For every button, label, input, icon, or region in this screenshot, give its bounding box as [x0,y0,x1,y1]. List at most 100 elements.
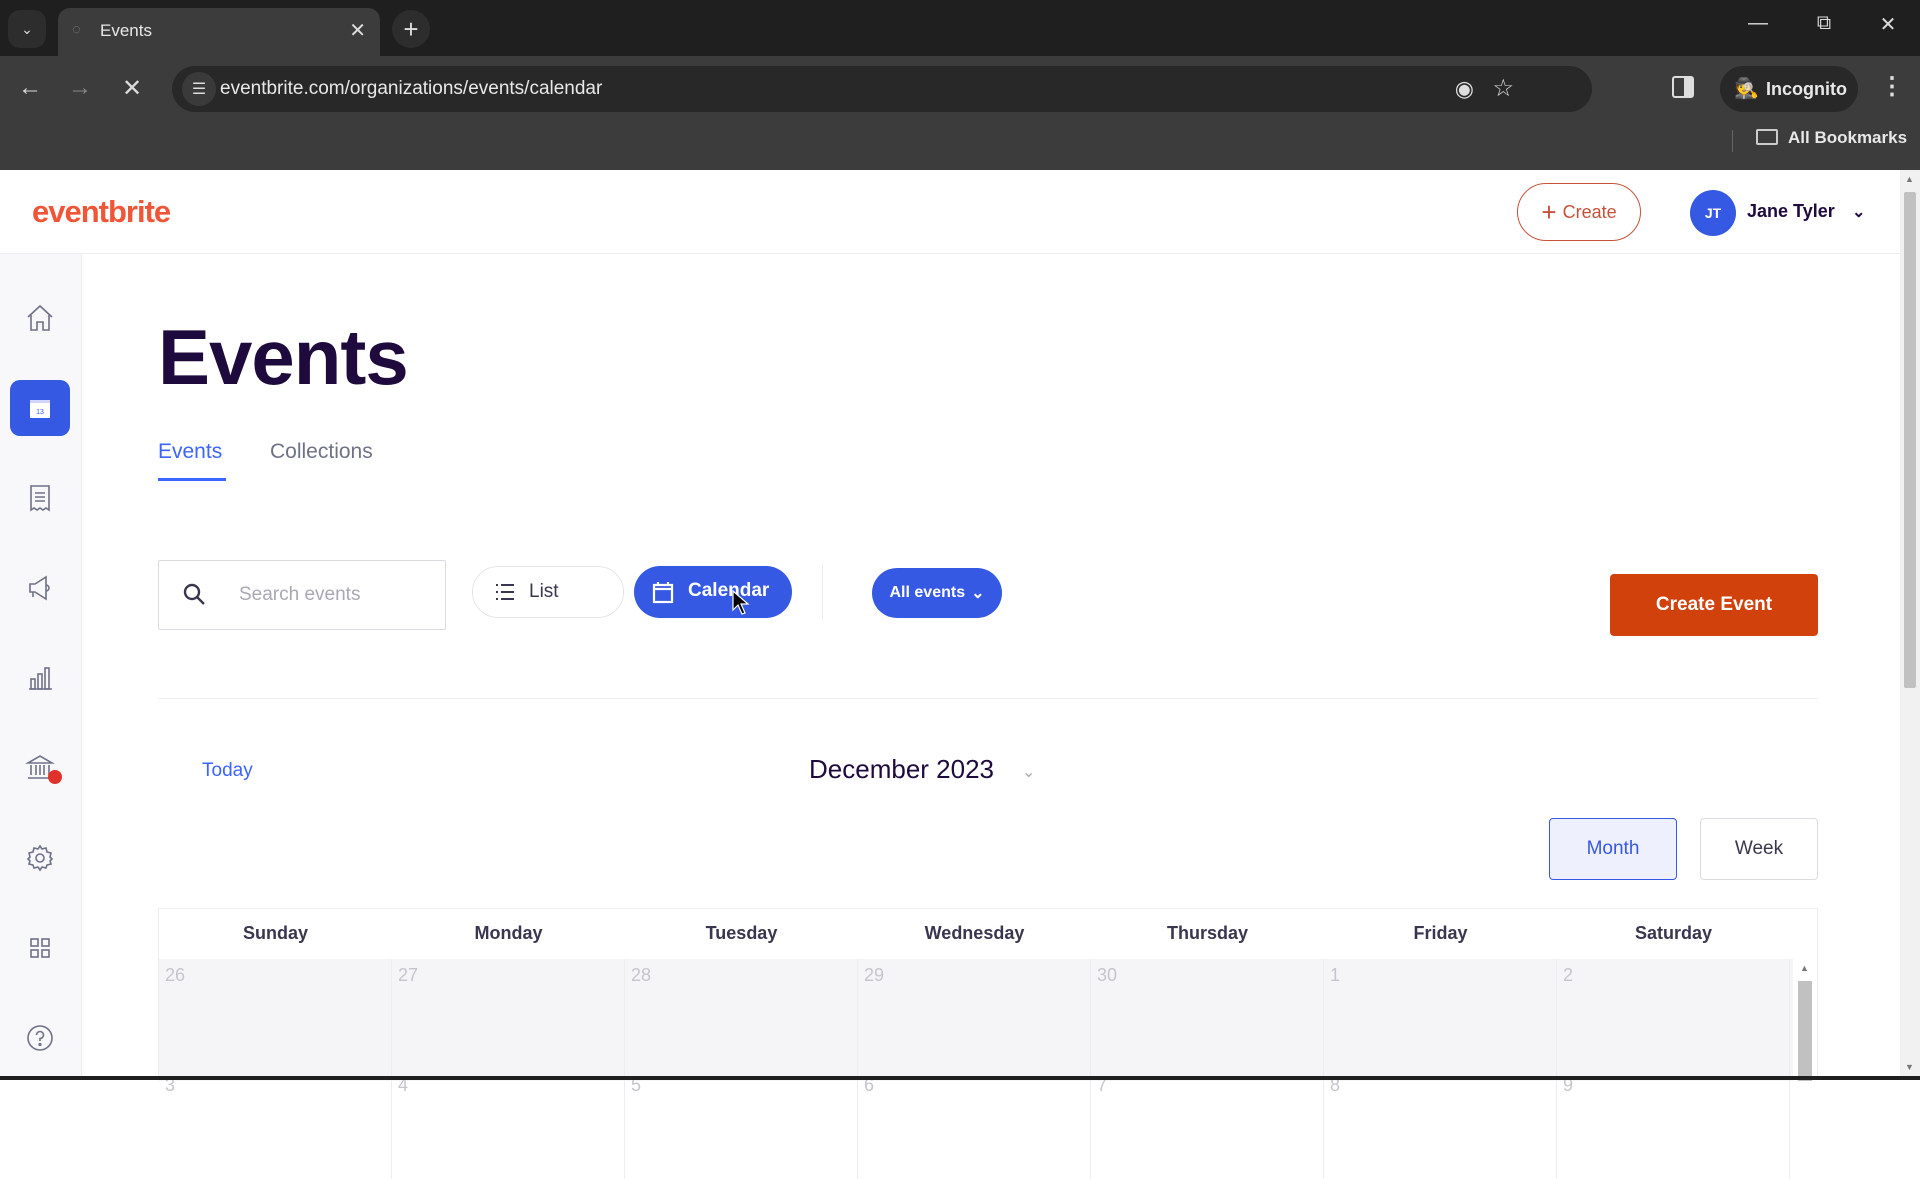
close-tab-icon[interactable]: ✕ [349,18,366,43]
sidebar-item-finance[interactable] [10,740,70,796]
scrollbar-thumb[interactable] [1904,192,1916,688]
calendar-body: 26 27 28 29 30 1 2 3 4 5 6 7 8 9 [159,959,1793,1179]
calendar-day-cell[interactable]: 27 [392,959,625,1069]
scroll-up-icon[interactable]: ▲ [1800,963,1809,973]
page-title: Events [158,313,409,401]
sidebar-item-orders[interactable] [10,470,70,526]
tab-collections[interactable]: Collections [270,440,373,464]
bottom-edge [0,1076,1920,1080]
megaphone-icon [29,575,50,601]
eye-off-icon[interactable]: ◉ [1455,76,1474,102]
create-button[interactable]: + Create [1517,183,1641,241]
weekday-label: Sunday [242,923,308,943]
minimize-button[interactable]: — [1738,12,1778,35]
weekday-label: Thursday [1166,923,1249,943]
sidebar-item-events[interactable]: 13 [10,380,70,436]
sidebar-item-home[interactable] [10,290,70,346]
side-panel-icon[interactable] [1672,76,1694,98]
week-view-button[interactable]: Week [1700,818,1818,880]
sidebar-item-reporting[interactable] [10,650,70,706]
calendar-day-cell[interactable]: 9 [1557,1069,1790,1179]
calendar-icon [652,582,674,604]
new-tab-button[interactable]: + [392,10,430,48]
mouse-cursor-icon [732,590,750,615]
loading-favicon-icon: ◌ [72,21,81,38]
sidebar-item-marketing[interactable] [10,560,70,616]
calendar-day-cell[interactable]: 1 [1324,959,1557,1069]
close-window-button[interactable]: ✕ [1868,12,1908,37]
list-view-button[interactable]: List [472,566,624,618]
create-label: Create [1562,201,1617,222]
calendar-scrollbar[interactable]: ▲ [1793,959,1817,1081]
create-event-button[interactable]: Create Event [1610,574,1818,636]
calendar-day-cell[interactable]: 28 [625,959,858,1069]
back-button[interactable]: ← [12,74,48,102]
scroll-up-icon[interactable]: ▲ [1905,174,1914,184]
page-scrollbar[interactable]: ▲ ▼ [1900,170,1920,1080]
month-view-button[interactable]: Month [1549,818,1677,880]
gear-icon [26,844,54,872]
scroll-down-icon[interactable]: ▼ [1905,1062,1914,1072]
incognito-indicator[interactable]: 🕵 Incognito [1720,66,1858,112]
sidebar-item-apps[interactable] [10,920,70,976]
list-label: List [529,581,559,602]
calendar-view-button[interactable]: Calendar [634,566,792,618]
day-number: 2 [1563,965,1574,985]
all-bookmarks-label: All Bookmarks [1788,128,1908,147]
url-text[interactable]: eventbrite.com/organizations/events/cale… [220,78,602,100]
site-info-icon[interactable]: ☰ [182,72,216,106]
calendar-day-cell[interactable]: 29 [858,959,1091,1069]
chevron-down-icon[interactable]: ⌄ [1022,762,1035,782]
day-number: 26 [165,965,186,985]
chevron-down-icon: ⌄ [971,585,985,602]
calendar-day-cell[interactable]: 5 [625,1069,858,1179]
calendar-grid: Sunday Monday Tuesday Wednesday Thursday Frid… [158,908,1818,1179]
today-button[interactable]: Today [202,760,253,782]
browser-menu-icon[interactable]: ⋮ [1880,72,1904,101]
eventbrite-logo[interactable]: eventbrite [32,194,171,230]
notification-dot [48,770,62,784]
scrollbar-thumb[interactable] [1798,981,1812,1081]
calendar-day-cell[interactable]: 26 [159,959,392,1069]
calendar-day-cell[interactable]: 7 [1091,1069,1324,1179]
user-menu[interactable]: JT Jane Tyler ⌄ [1690,190,1870,236]
search-icon [183,583,205,605]
search-input[interactable] [239,579,429,611]
plus-icon: + [403,13,419,44]
page: eventbrite + Create JT Jane Tyler ⌄ 13 E… [0,170,1900,1179]
day-number: 28 [631,965,652,985]
all-bookmarks-button[interactable]: All Bookmarks [1756,128,1907,148]
help-icon [27,1025,53,1051]
bookmark-star-icon[interactable]: ☆ [1492,74,1514,103]
month-selector[interactable]: December 2023 [809,754,994,785]
weekday-label: Saturday [1634,923,1713,943]
restore-button[interactable]: ⧉ [1804,12,1844,35]
grid-icon [30,938,50,958]
address-bar[interactable]: ☰ eventbrite.com/organizations/events/ca… [172,66,1592,112]
bookmarks-separator [1732,130,1733,152]
day-number: 29 [864,965,885,985]
sidebar-item-help[interactable] [10,1010,70,1066]
calendar-day-cell[interactable]: 3 [159,1069,392,1179]
day-number: 1 [1330,965,1341,985]
browser-tab[interactable]: ◌ Events ✕ [58,8,380,56]
tab-events[interactable]: Events [158,440,222,464]
search-box [158,560,446,630]
weekday-header: Sunday Monday Tuesday Wednesday Thursday Frid… [159,909,1793,959]
forward-button[interactable]: → [62,74,98,102]
section-divider [158,698,1818,699]
calendar-day-cell[interactable]: 2 [1557,959,1790,1069]
all-events-filter[interactable]: All events ⌄ [872,568,1002,618]
sidebar: 13 [0,254,82,1080]
stop-loading-button[interactable]: ✕ [114,74,150,103]
folder-icon [1756,129,1778,145]
calendar-day-cell[interactable]: 8 [1324,1069,1557,1179]
calendar-day-cell[interactable]: 4 [392,1069,625,1179]
sidebar-item-settings[interactable] [10,830,70,886]
tab-search-button[interactable]: ⌄ [8,10,46,48]
calendar-day-cell[interactable]: 30 [1091,959,1324,1069]
main-content: Events Events Collections List Calendar … [82,254,1900,1179]
calendar-day-cell[interactable]: 6 [858,1069,1091,1179]
top-navigation: eventbrite + Create JT Jane Tyler ⌄ [0,170,1900,254]
avatar: JT [1690,190,1736,236]
